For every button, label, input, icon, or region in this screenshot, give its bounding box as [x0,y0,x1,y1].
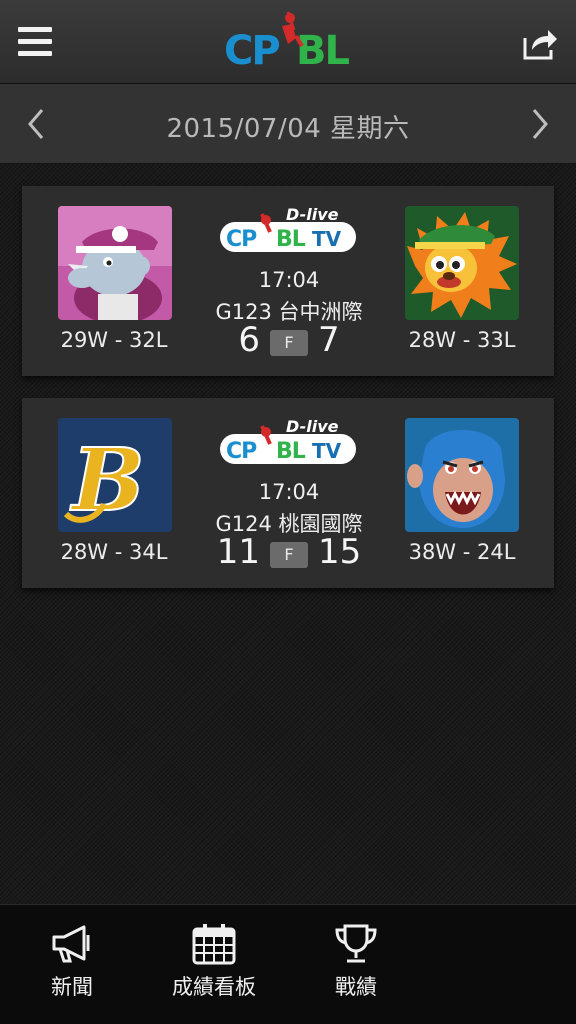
svg-text:BL: BL [276,227,306,252]
svg-text:BL: BL [276,439,306,464]
home-team-record: 38W - 24L [408,540,516,564]
nav-label: 新聞 [51,975,93,999]
game-time: 17:04 [258,268,320,292]
hamburger-menu-icon[interactable] [18,27,54,59]
lion-mascot-logo [405,206,519,320]
nav-label: 戰績 [335,975,377,999]
home-team-record: 28W - 33L [408,328,516,352]
top-app-bar: CP BL [0,0,576,84]
home-score: 7 [318,320,340,360]
b-letter-logo: B [58,418,172,532]
chevron-right-icon[interactable] [528,106,552,142]
away-score: 6 [238,320,260,360]
svg-text:TV: TV [312,439,342,463]
calendar-icon [192,924,236,965]
rhino-mascot-logo [58,206,172,320]
nav-scoreboard[interactable]: 成績看板 [144,923,284,1013]
home-score: 15 [318,532,362,572]
svg-text:D-live: D-live [286,417,339,436]
away-team-record: 29W - 32L [60,328,168,352]
nav-news[interactable]: 新聞 [2,923,142,1013]
share-icon[interactable] [520,24,558,62]
svg-text:TV: TV [312,227,342,251]
current-date: 2015/07/04 星期六 [166,114,410,144]
game-time: 17:04 [258,480,320,504]
cpbl-logo: CP BL [224,11,354,74]
bottom-navigation: 新聞 成績看板 戰績 [0,904,576,1024]
cpbl-tv-logo: D-live CP BL TV [220,417,356,464]
game-venue: G123 台中洲際 [215,300,363,324]
svg-text:CP: CP [226,227,257,252]
nav-standings[interactable]: 戰績 [286,923,426,1013]
nav-label: 成績看板 [172,975,256,999]
away-team-record: 28W - 34L [60,540,168,564]
away-score: 11 [216,532,260,572]
game-card[interactable]: 29W - 32L D-live CP BL TV 17:04 G123 台中洲… [22,186,554,376]
game-card[interactable]: B 28W - 34L D-live CP BL TV 17:04 G124 桃… [22,398,554,588]
monkey-mascot-logo [405,418,519,532]
svg-text:CP: CP [226,439,257,464]
game-status-badge: F [270,330,308,356]
svg-text:B: B [69,430,145,531]
game-status-badge: F [270,542,308,568]
cpbl-tv-logo: D-live CP BL TV [220,205,356,252]
megaphone-icon [52,925,90,963]
date-selector: 2015/07/04 星期六 [0,84,576,164]
svg-text:D-live: D-live [286,205,339,224]
game-venue: G124 桃園國際 [215,512,363,536]
trophy-icon [335,924,377,963]
